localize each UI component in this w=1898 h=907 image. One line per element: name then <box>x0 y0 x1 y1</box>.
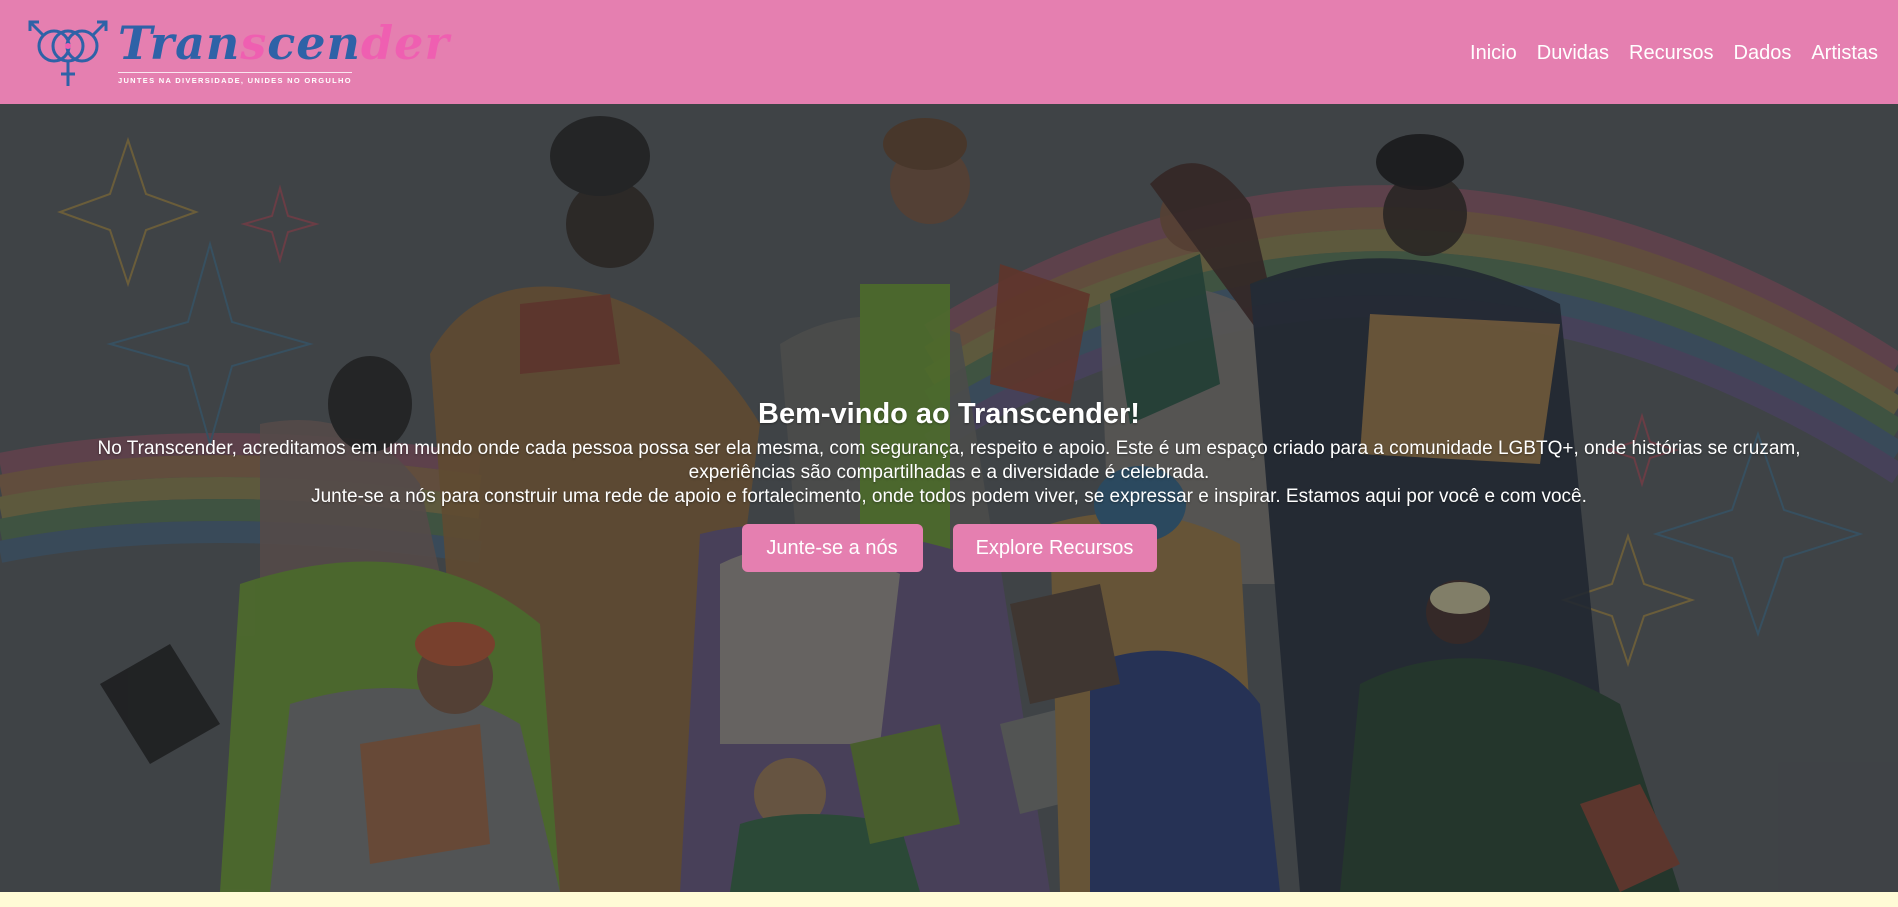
nav-link-duvidas[interactable]: Duvidas <box>1537 42 1609 64</box>
nav-item-recursos: Recursos <box>1629 42 1713 65</box>
nav-link-inicio[interactable]: Inicio <box>1470 42 1517 64</box>
site-logo[interactable]: Transcender Juntes na diversidade, unide… <box>24 12 450 92</box>
hero-title: Bem-vindo ao Transcender! <box>758 398 1140 430</box>
hero-paragraph-line2: experiências são compartilhadas e a dive… <box>688 462 1210 483</box>
hero-paragraph-line3: Junte-se a nós para construir uma rede d… <box>311 486 1587 507</box>
nav-link-recursos[interactable]: Recursos <box>1629 42 1713 64</box>
logo-text: Transcender Juntes na diversidade, unide… <box>118 20 450 85</box>
transgender-symbol-icon <box>28 20 108 86</box>
hero-paragraph: No Transcender, acreditamos em um mundo … <box>0 437 1898 509</box>
hero-content: Bem-vindo ao Transcender! No Transcender… <box>0 398 1898 572</box>
nav-item-dados: Dados <box>1734 42 1792 65</box>
hero-buttons: Junte-se a nós Explore Recursos <box>0 524 1898 572</box>
nav-list: Inicio Duvidas Recursos Dados Artistas <box>1470 40 1878 65</box>
logo-tagline: Juntes na diversidade, unides no orgulho <box>118 71 352 85</box>
logo-wordmark: Transcender <box>118 20 450 66</box>
join-us-button[interactable]: Junte-se a nós <box>741 524 923 572</box>
hero-section: Bem-vindo ao Transcender! No Transcender… <box>0 104 1898 892</box>
nav-link-artistas[interactable]: Artistas <box>1811 42 1878 64</box>
main-nav: Inicio Duvidas Recursos Dados Artistas <box>1470 40 1878 65</box>
footer-strip <box>0 892 1898 907</box>
nav-item-artistas: Artistas <box>1811 42 1878 65</box>
explore-resources-button[interactable]: Explore Recursos <box>952 524 1157 572</box>
navbar: Transcender Juntes na diversidade, unide… <box>0 0 1898 104</box>
nav-item-inicio: Inicio <box>1470 42 1517 65</box>
nav-link-dados[interactable]: Dados <box>1734 42 1792 64</box>
logo-wordmark-part1: Tran <box>118 15 241 70</box>
logo-wordmark-part3: cen <box>267 15 362 70</box>
logo-wordmark-part4: der <box>361 15 450 70</box>
logo-wordmark-part2: s <box>240 15 268 70</box>
hero-paragraph-line1: No Transcender, acreditamos em um mundo … <box>97 438 1801 459</box>
nav-item-duvidas: Duvidas <box>1537 42 1609 65</box>
